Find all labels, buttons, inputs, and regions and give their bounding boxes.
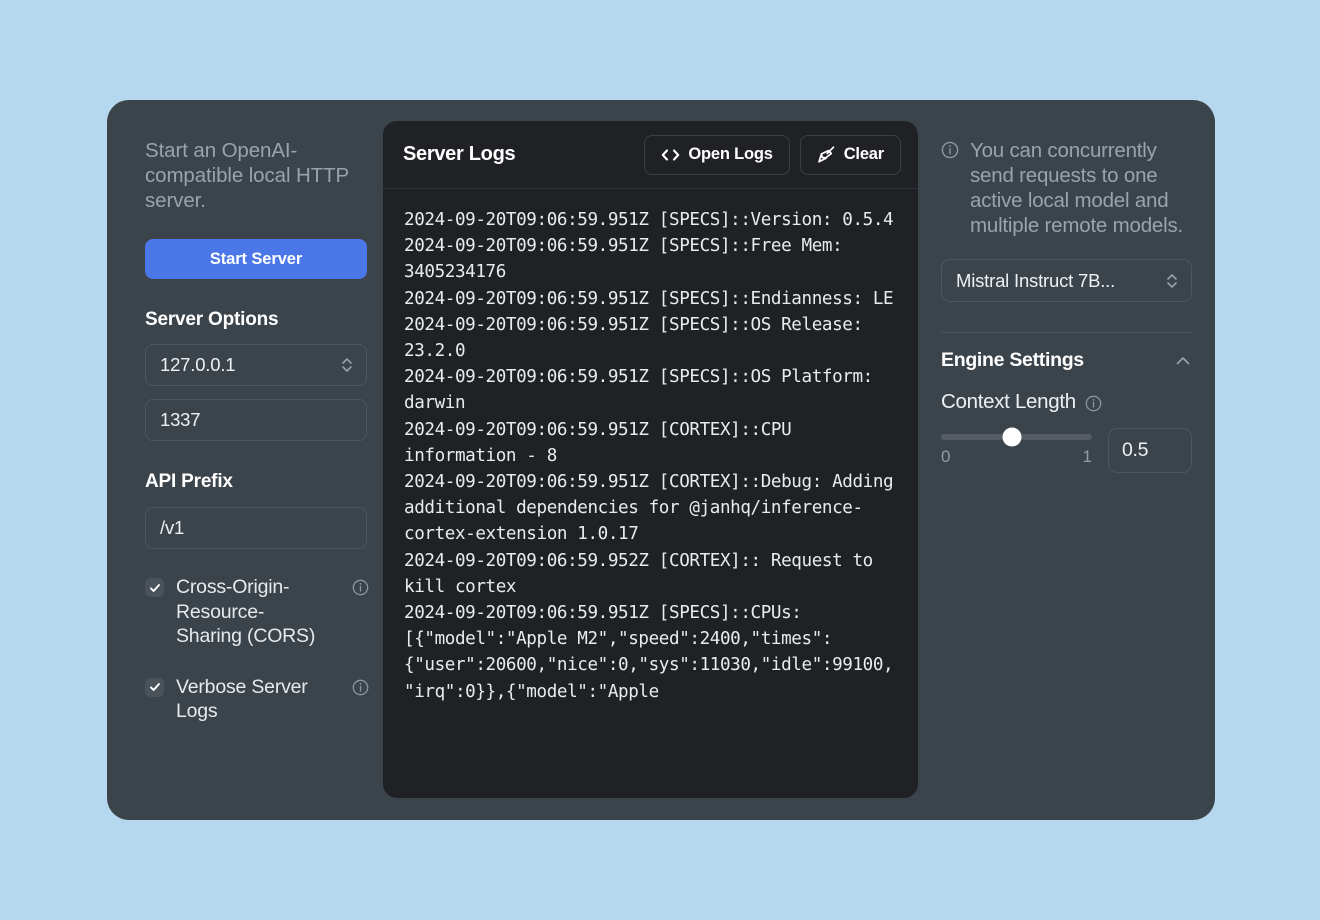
server-logs-panel: Server Logs Open Logs bbox=[383, 121, 918, 798]
server-logs-content: 2024-09-20T09:06:59.951Z [SPECS]::Versio… bbox=[404, 207, 902, 705]
slider-thumb[interactable] bbox=[1002, 428, 1021, 447]
api-prefix-heading: API Prefix bbox=[145, 471, 359, 493]
verbose-logs-checkbox-row[interactable]: Verbose Server Logs bbox=[145, 675, 369, 724]
verbose-logs-checkbox[interactable] bbox=[145, 678, 164, 697]
context-length-value-input[interactable]: 0.5 bbox=[1108, 428, 1192, 473]
info-circle-icon[interactable] bbox=[1085, 395, 1102, 412]
context-length-value: 0.5 bbox=[1122, 439, 1148, 462]
chevron-up-icon[interactable] bbox=[1174, 352, 1192, 370]
open-logs-label: Open Logs bbox=[688, 145, 772, 164]
server-logs-title: Server Logs bbox=[403, 143, 515, 166]
slider-max-label: 1 bbox=[1083, 447, 1092, 467]
model-settings-pane: You can concurrently send requests to on… bbox=[925, 100, 1215, 820]
cors-checkbox[interactable] bbox=[145, 578, 164, 597]
info-circle-icon[interactable] bbox=[352, 679, 369, 696]
model-select-value: Mistral Instruct 7B... bbox=[956, 270, 1115, 292]
host-value: 127.0.0.1 bbox=[160, 354, 235, 376]
api-prefix-value: /v1 bbox=[160, 517, 184, 539]
context-length-label: Context Length bbox=[941, 390, 1076, 414]
settings-divider bbox=[941, 332, 1192, 333]
slider-track[interactable] bbox=[941, 434, 1092, 440]
info-circle-icon[interactable] bbox=[352, 579, 369, 596]
engine-settings-title: Engine Settings bbox=[941, 349, 1084, 372]
slider-range-labels: 0 1 bbox=[941, 447, 1092, 467]
engine-settings-header[interactable]: Engine Settings bbox=[941, 349, 1192, 372]
context-length-control: 0 1 0.5 bbox=[941, 428, 1192, 473]
port-value: 1337 bbox=[160, 409, 200, 431]
start-server-button[interactable]: Start Server bbox=[145, 239, 367, 279]
broom-icon bbox=[817, 145, 836, 164]
server-logs-actions: Open Logs Clear bbox=[644, 135, 901, 175]
server-logs-header: Server Logs Open Logs bbox=[383, 121, 918, 189]
server-options-heading: Server Options bbox=[145, 309, 359, 331]
clear-logs-label: Clear bbox=[844, 145, 884, 164]
model-select[interactable]: Mistral Instruct 7B... bbox=[941, 259, 1192, 302]
open-logs-button[interactable]: Open Logs bbox=[644, 135, 789, 175]
server-logs-body[interactable]: 2024-09-20T09:06:59.951Z [SPECS]::Versio… bbox=[383, 189, 918, 798]
intro-description: Start an OpenAI-compatible local HTTP se… bbox=[145, 138, 367, 213]
concurrency-notice-text: You can concurrently send requests to on… bbox=[970, 138, 1192, 238]
context-length-row: Context Length bbox=[941, 390, 1192, 414]
api-prefix-input[interactable]: /v1 bbox=[145, 507, 367, 549]
cors-checkbox-row[interactable]: Cross-Origin-Resource-Sharing (CORS) bbox=[145, 575, 369, 649]
context-length-slider[interactable]: 0 1 bbox=[941, 428, 1092, 467]
info-circle-icon bbox=[941, 141, 959, 159]
host-select[interactable]: 127.0.0.1 bbox=[145, 344, 367, 386]
code-brackets-icon bbox=[661, 148, 680, 162]
port-input[interactable]: 1337 bbox=[145, 399, 367, 441]
local-api-server-card: Start an OpenAI-compatible local HTTP se… bbox=[107, 100, 1215, 820]
server-settings-pane: Start an OpenAI-compatible local HTTP se… bbox=[107, 100, 359, 820]
chevron-up-down-icon bbox=[340, 354, 354, 376]
cors-label: Cross-Origin-Resource-Sharing (CORS) bbox=[176, 575, 328, 649]
verbose-logs-label: Verbose Server Logs bbox=[176, 675, 328, 724]
chevron-up-down-icon bbox=[1165, 270, 1179, 292]
slider-min-label: 0 bbox=[941, 447, 950, 467]
concurrency-notice: You can concurrently send requests to on… bbox=[941, 138, 1192, 238]
clear-logs-button[interactable]: Clear bbox=[800, 135, 901, 175]
